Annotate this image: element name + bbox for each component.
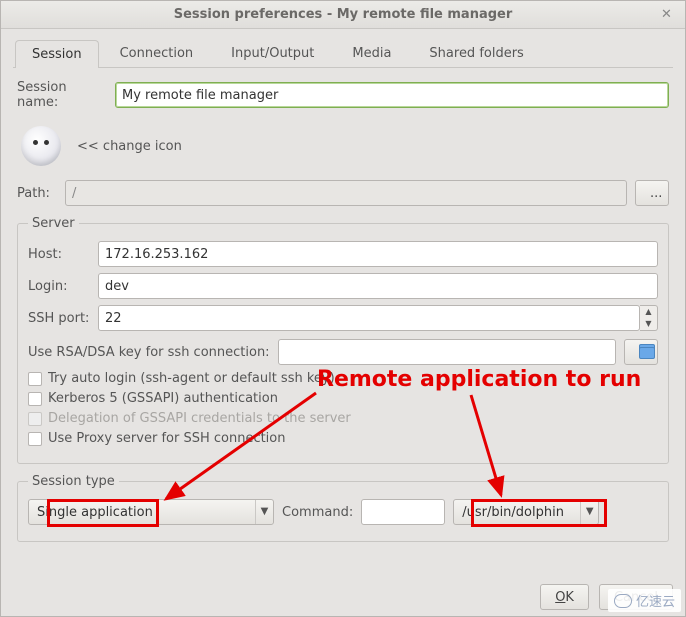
chevron-up-icon[interactable]: ▲ (640, 306, 657, 318)
opt-gssapi-delegation: Delegation of GSSAPI credentials to the … (28, 411, 658, 426)
session-type-group: Session type Single application ▼ Comman… (17, 474, 669, 542)
path-label: Path: (17, 186, 57, 201)
checkbox-icon[interactable] (28, 432, 42, 446)
checkbox-icon (28, 412, 42, 426)
ssh-key-input[interactable] (278, 339, 616, 365)
session-type-value: Single application (29, 505, 255, 520)
tab-connection[interactable]: Connection (103, 39, 211, 67)
tab-media[interactable]: Media (335, 39, 408, 67)
preferences-window: Session preferences - My remote file man… (0, 0, 686, 617)
tab-shared-folders[interactable]: Shared folders (412, 39, 540, 67)
path-browse-button[interactable]: ... (635, 180, 669, 206)
session-icon (21, 126, 61, 166)
command-label: Command: (282, 505, 353, 520)
ssh-key-browse-button[interactable] (624, 339, 658, 365)
content-area: Session Connection Input/Output Media Sh… (1, 29, 685, 582)
ssh-port-label: SSH port: (28, 311, 90, 326)
command-input[interactable] (361, 499, 445, 525)
session-name-label: Session name: (17, 80, 107, 110)
titlebar: Session preferences - My remote file man… (1, 1, 685, 29)
tab-page-session: Session name: << change icon Path: ... S… (13, 68, 673, 572)
chevron-down-icon: ▼ (580, 500, 598, 524)
path-input (65, 180, 627, 206)
watermark: 亿速云 (608, 589, 681, 612)
session-name-input[interactable] (115, 82, 669, 108)
session-type-combo[interactable]: Single application ▼ (28, 499, 274, 525)
session-type-legend: Session type (28, 474, 119, 489)
watermark-logo-icon (614, 594, 632, 608)
opt-auto-login[interactable]: Try auto login (ssh-agent or default ssh… (28, 371, 658, 386)
opt-kerberos[interactable]: Kerberos 5 (GSSAPI) authentication (28, 391, 658, 406)
app-path-combo[interactable]: /usr/bin/dolphin ▼ (453, 499, 599, 525)
window-title: Session preferences - My remote file man… (174, 7, 513, 22)
close-icon[interactable]: ✕ (661, 7, 677, 23)
login-label: Login: (28, 279, 90, 294)
ok-button[interactable]: OK (540, 584, 589, 610)
ssh-key-label: Use RSA/DSA key for ssh connection: (28, 345, 270, 360)
host-input[interactable] (98, 241, 658, 267)
dialog-footer: OK Cancel (1, 582, 685, 616)
tab-session[interactable]: Session (15, 40, 99, 68)
folder-icon (639, 347, 655, 359)
chevron-down-icon[interactable]: ▼ (640, 318, 657, 330)
ssh-port-spinner[interactable]: ▲▼ (640, 305, 658, 331)
opt-proxy[interactable]: Use Proxy server for SSH connection (28, 431, 658, 446)
app-path-value: /usr/bin/dolphin (454, 505, 580, 520)
checkbox-icon[interactable] (28, 372, 42, 386)
tab-input-output[interactable]: Input/Output (214, 39, 331, 67)
checkbox-icon[interactable] (28, 392, 42, 406)
ssh-port-input[interactable] (98, 305, 640, 331)
host-label: Host: (28, 247, 90, 262)
server-legend: Server (28, 216, 79, 231)
tab-bar: Session Connection Input/Output Media Sh… (13, 39, 673, 68)
login-input[interactable] (98, 273, 658, 299)
change-icon-link[interactable]: << change icon (77, 139, 182, 154)
chevron-down-icon: ▼ (255, 500, 273, 524)
ok-label-rest: K (565, 590, 574, 605)
watermark-text: 亿速云 (636, 591, 675, 610)
server-group: Server Host: Login: SSH port: ▲▼ (17, 216, 669, 464)
